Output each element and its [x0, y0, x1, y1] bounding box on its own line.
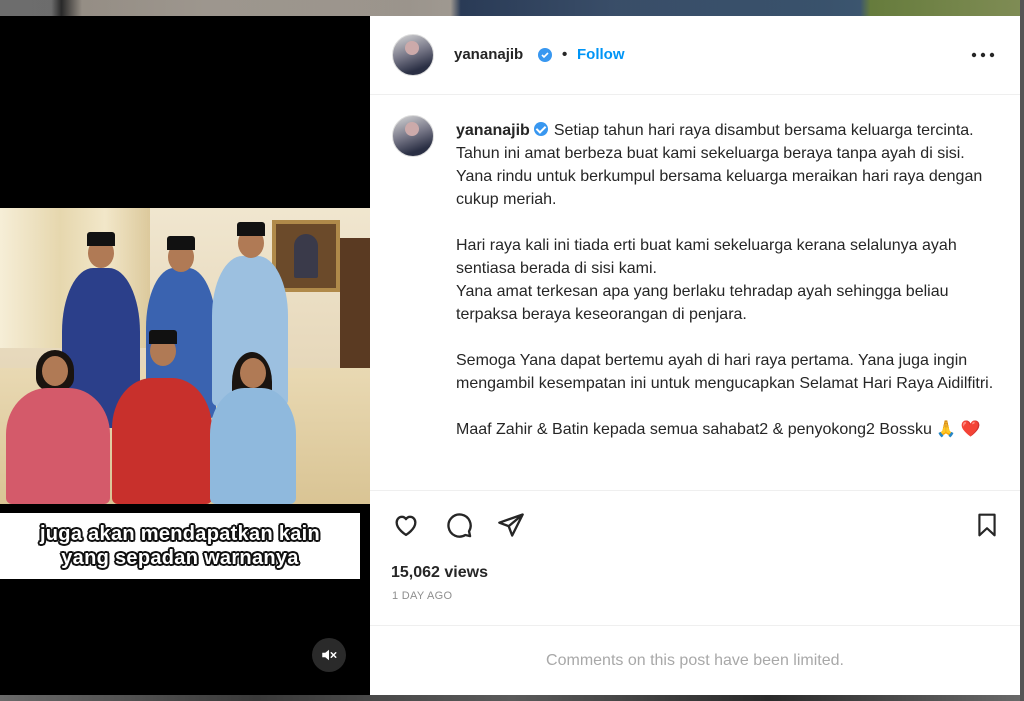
post-details-panel: yananajib • Follow yananajib Setiap tahun… [370, 16, 1020, 695]
background-feed-strip-right [1020, 0, 1024, 701]
speaker-muted-icon [322, 649, 337, 661]
comment-button[interactable] [443, 509, 475, 541]
caption-text: Setiap tahun hari raya disambut bersama … [456, 122, 994, 438]
post-timestamp[interactable]: 1 DAY AGO [392, 590, 452, 602]
bookmark-icon [978, 513, 996, 537]
verified-badge-icon [533, 122, 548, 136]
caption: yananajib Setiap tahun hari raya disambut… [456, 119, 996, 441]
caption-scroll-area[interactable]: yananajib Setiap tahun hari raya disambut… [370, 95, 1020, 483]
separator-dot: • [562, 46, 568, 63]
comment-bubble-icon [447, 513, 472, 538]
caption-username[interactable]: yananajib [456, 122, 530, 139]
post-modal: juga akan mendapatkan kain yang sepadan … [0, 16, 1020, 695]
post-header: yananajib • Follow [370, 16, 1020, 95]
mute-button[interactable] [312, 638, 346, 672]
video-subtitle-line-1: juga akan mendapatkan kain [39, 523, 321, 545]
follow-button[interactable]: Follow [577, 46, 625, 63]
verified-badge-icon [538, 48, 552, 62]
background-feed-strip-top [0, 0, 1024, 16]
comments-limited-notice: Comments on this post have been limited. [370, 625, 1020, 696]
share-button[interactable] [495, 509, 527, 541]
more-horizontal-icon [971, 52, 995, 58]
view-count[interactable]: 15,062 views [391, 564, 488, 582]
more-options-button[interactable] [970, 42, 996, 68]
heart-icon [395, 515, 417, 537]
username-link[interactable]: yananajib [454, 46, 523, 63]
paper-plane-icon [498, 513, 524, 537]
like-button[interactable] [390, 509, 422, 541]
caption-avatar[interactable] [392, 115, 434, 157]
video-subtitle-line-2: yang sepadan warnanya [61, 547, 299, 569]
family-photo [0, 208, 370, 504]
save-button[interactable] [971, 509, 1003, 541]
post-video[interactable]: juga akan mendapatkan kain yang sepadan … [0, 16, 370, 695]
video-subtitle: juga akan mendapatkan kain yang sepadan … [0, 513, 360, 579]
avatar[interactable] [392, 34, 434, 76]
